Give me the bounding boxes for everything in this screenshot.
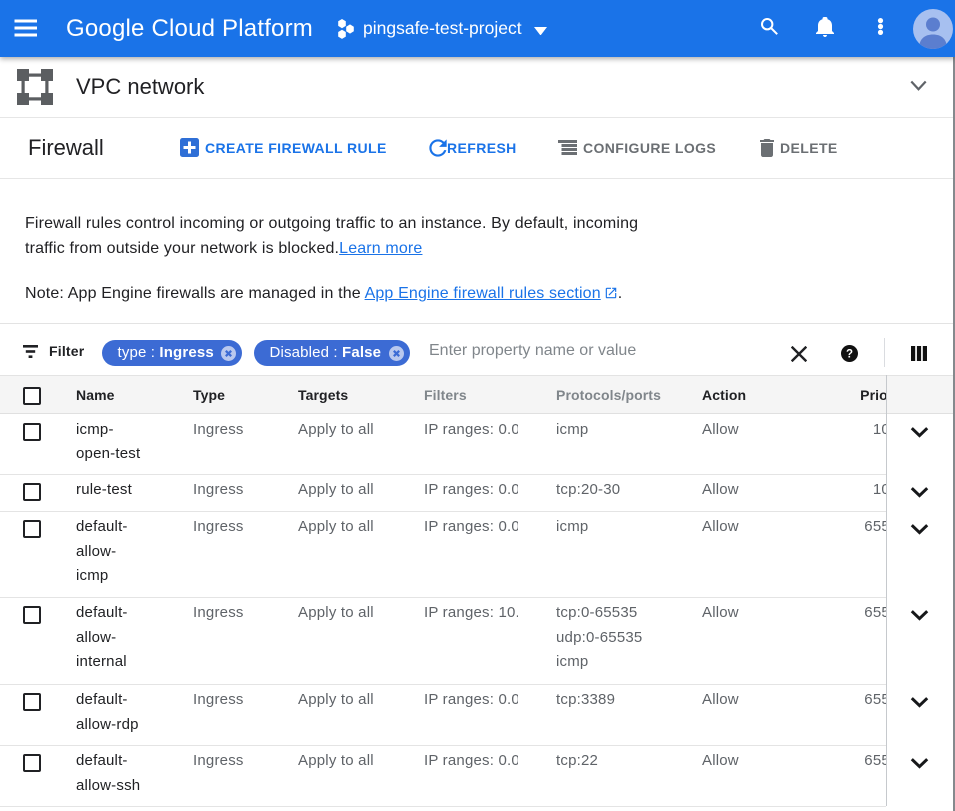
svg-text:?: ?	[846, 349, 853, 361]
